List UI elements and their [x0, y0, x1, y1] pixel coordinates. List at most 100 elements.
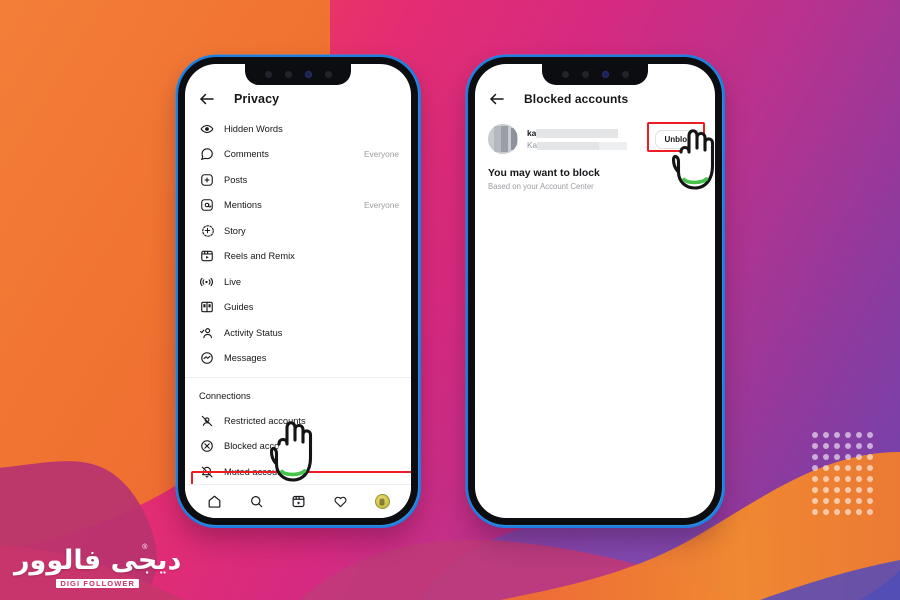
grid-dot [845, 465, 851, 471]
redaction-bar-fullname-2 [599, 141, 628, 150]
grid-dot [823, 487, 829, 493]
grid-dot [812, 509, 818, 515]
reels-clapper-icon [199, 249, 214, 264]
privacy-row-label: Hidden Words [224, 123, 283, 134]
privacy-row-value: Everyone [363, 200, 399, 211]
grid-dot [823, 443, 829, 449]
grid-dot [812, 498, 818, 504]
profile-avatar-icon[interactable] [374, 494, 390, 509]
guides-book-icon [199, 300, 214, 315]
grid-dot [823, 498, 829, 504]
privacy-row-comments[interactable]: Comments Everyone [185, 142, 411, 168]
grid-dot [812, 454, 818, 460]
page-title: Blocked accounts [524, 92, 629, 106]
connections-section-header: Connections [199, 391, 251, 401]
grid-dot [856, 465, 862, 471]
grid-dot [845, 509, 851, 515]
grid-dot [845, 443, 851, 449]
grid-dot [856, 432, 862, 438]
grid-dot [856, 443, 862, 449]
grid-dot [812, 476, 818, 482]
comment-bubble-icon [199, 147, 214, 162]
grid-dot [845, 487, 851, 493]
grid-dot [823, 432, 829, 438]
privacy-row-live[interactable]: Live [185, 269, 411, 295]
grid-dot [834, 443, 840, 449]
bottom-navigation-bar [185, 484, 411, 518]
activity-status-icon [199, 325, 214, 340]
grid-dot [867, 432, 873, 438]
privacy-row-hidden-words[interactable]: Hidden Words [185, 116, 411, 142]
privacy-row-label: Guides [224, 302, 254, 313]
grid-dot [845, 476, 851, 482]
grid-dot [812, 465, 818, 471]
registered-trademark-icon: ® [142, 544, 148, 551]
home-icon[interactable] [207, 494, 222, 509]
grid-dot [867, 498, 873, 504]
grid-dot [812, 487, 818, 493]
restricted-account-icon [199, 413, 214, 428]
privacy-row-mentions[interactable]: Mentions Everyone [185, 193, 411, 219]
notch-sensor-icon [284, 70, 292, 78]
notch-camera-icon [601, 70, 609, 78]
grid-dot [867, 465, 873, 471]
posts-plus-square-icon [199, 172, 214, 187]
back-arrow-icon[interactable] [198, 90, 216, 108]
privacy-row-label: Reels and Remix [224, 251, 295, 262]
brand-watermark: دیجی فالوور ® DIGI FOLLOWER [14, 544, 182, 590]
privacy-row-activity-status[interactable]: Activity Status [185, 320, 411, 346]
dot-grid-decoration [812, 432, 878, 520]
privacy-row-messages[interactable]: Messages [185, 346, 411, 372]
grid-dot [867, 454, 873, 460]
privacy-row-story[interactable]: Story [185, 218, 411, 244]
grid-dot [834, 487, 840, 493]
notch-sensor2-icon [324, 70, 332, 78]
grid-dot [845, 498, 851, 504]
reels-icon[interactable] [291, 494, 306, 509]
grid-dot [867, 443, 873, 449]
grid-dot [856, 498, 862, 504]
grid-dot [823, 509, 829, 515]
grid-dot [856, 476, 862, 482]
grid-dot [823, 465, 829, 471]
notch-camera-icon [304, 70, 312, 78]
privacy-row-label: Mentions [224, 200, 262, 211]
privacy-row-reels-and-remix[interactable]: Reels and Remix [185, 244, 411, 270]
privacy-row-guides[interactable]: Guides [185, 295, 411, 321]
phone-notch [542, 64, 648, 85]
grid-dot [834, 509, 840, 515]
grid-dot [834, 465, 840, 471]
page-title: Privacy [234, 92, 280, 106]
live-broadcast-icon [199, 274, 214, 289]
grid-dot [834, 454, 840, 460]
pointing-hand-cursor-blocked-accounts [269, 421, 313, 482]
blocked-account-fullname: Ka [527, 141, 538, 150]
redaction-bar-fullname [537, 141, 600, 150]
privacy-row-posts[interactable]: Posts [185, 167, 411, 193]
watermark-english-text: DIGI FOLLOWER [56, 579, 140, 588]
notch-speaker-icon [264, 70, 272, 78]
notch-sensor-icon [581, 70, 589, 78]
notch-sensor2-icon [621, 70, 629, 78]
messenger-icon [199, 351, 214, 366]
phone-notch [245, 64, 351, 85]
pointing-hand-cursor-unblock [671, 129, 715, 190]
grid-dot [834, 476, 840, 482]
search-icon[interactable] [249, 494, 264, 509]
hidden-words-eye-icon [199, 121, 214, 136]
blocked-account-names: ka Ka [527, 128, 646, 150]
blocked-account-username: ka [527, 128, 537, 138]
privacy-row-value: Everyone [363, 149, 399, 160]
grid-dot [812, 443, 818, 449]
grid-dot [867, 509, 873, 515]
privacy-row-label: Messages [224, 353, 267, 364]
back-arrow-icon[interactable] [488, 90, 506, 108]
heart-icon[interactable] [333, 494, 348, 509]
privacy-row-label: Activity Status [224, 327, 283, 338]
background-decoration [0, 0, 900, 600]
privacy-row-label: Story [224, 225, 246, 236]
grid-dot [856, 487, 862, 493]
mentions-at-icon [199, 198, 214, 213]
grid-dot [845, 432, 851, 438]
muted-account-icon [199, 464, 214, 479]
